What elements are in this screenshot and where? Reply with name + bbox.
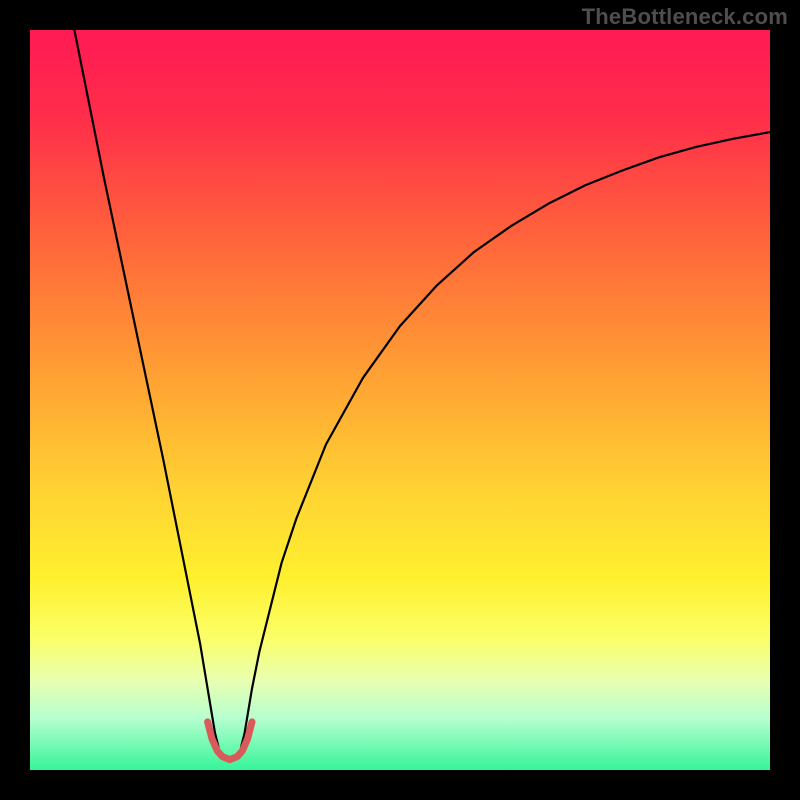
chart-frame: TheBottleneck.com <box>0 0 800 800</box>
watermark-text: TheBottleneck.com <box>582 4 788 30</box>
bottleneck-chart <box>30 30 770 770</box>
chart-background <box>30 30 770 770</box>
